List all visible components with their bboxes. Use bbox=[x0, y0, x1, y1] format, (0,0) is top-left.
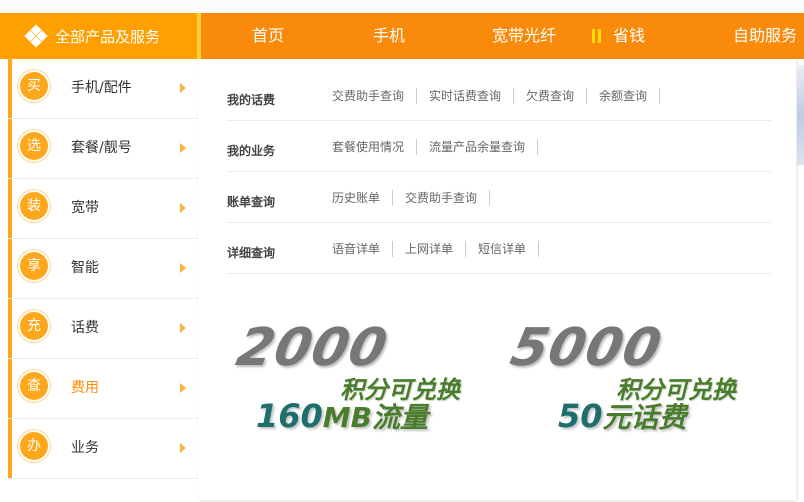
category-row-details: 详细查询 语音详单 上网详单 短信详单 bbox=[227, 222, 772, 274]
buy-badge-icon: 买 bbox=[20, 72, 48, 100]
nav-item-self-service[interactable]: 自助服务 bbox=[733, 13, 797, 59]
chevron-right-icon bbox=[180, 203, 186, 213]
menu-item-plans[interactable]: 选 套餐/靓号 bbox=[8, 119, 198, 179]
chevron-right-icon bbox=[180, 323, 186, 333]
save-bar-icon bbox=[592, 29, 595, 43]
category-row-my-bill: 我的话费 交费助手查询 实时话费查询 欠费查询 余额查询 bbox=[227, 69, 772, 121]
promo-points-credit[interactable]: 5000 积分可兑换 50元话费 bbox=[506, 318, 782, 468]
background-banner-edge bbox=[797, 65, 804, 165]
chevron-right-icon bbox=[180, 263, 186, 273]
link-payment-assistant[interactable]: 交费助手查询 bbox=[393, 190, 491, 206]
menu-item-services[interactable]: 办 业务 bbox=[8, 419, 198, 479]
select-badge-icon: 选 bbox=[20, 132, 48, 160]
category-row-bills: 账单查询 历史账单 交费助手查询 bbox=[227, 171, 772, 223]
link-voice-detail[interactable]: 语音详单 bbox=[332, 241, 394, 257]
install-badge-icon: 装 bbox=[20, 192, 48, 220]
chevron-right-icon bbox=[180, 143, 186, 153]
promo-reward-row: 50元话费 bbox=[558, 396, 687, 436]
all-products-button[interactable]: 全部产品及服务 bbox=[0, 13, 197, 59]
nav-item-broadband[interactable]: 宽带光纤 bbox=[492, 13, 556, 59]
nav-item-save[interactable]: 省钱 bbox=[613, 13, 645, 59]
link-data-remaining[interactable]: 流量产品余量查询 bbox=[417, 139, 539, 155]
link-arrears[interactable]: 欠费查询 bbox=[514, 88, 588, 104]
menu-item-label: 宽带 bbox=[71, 200, 99, 216]
check-badge-icon: 查 bbox=[20, 372, 48, 400]
charge-badge-icon: 充 bbox=[20, 312, 48, 340]
category-title: 详细查询 bbox=[227, 246, 276, 260]
promo-reward-value: 50 bbox=[558, 397, 603, 435]
category-row-my-services: 我的业务 套餐使用情况 流量产品余量查询 bbox=[227, 120, 772, 172]
enjoy-badge-icon: 享 bbox=[20, 252, 48, 280]
category-title: 我的业务 bbox=[227, 144, 276, 158]
link-sms-detail[interactable]: 短信详单 bbox=[466, 241, 540, 257]
menu-item-topup[interactable]: 充 话费 bbox=[8, 299, 198, 359]
category-links: 历史账单 交费助手查询 bbox=[332, 190, 491, 206]
diamond-grid-icon bbox=[24, 24, 48, 48]
menu-item-label: 费用 bbox=[71, 380, 99, 396]
top-strip bbox=[0, 0, 804, 13]
menu-item-label: 手机/配件 bbox=[71, 80, 132, 96]
handle-badge-icon: 办 bbox=[20, 432, 48, 460]
main-nav: 全部产品及服务 首页 手机 宽带光纤 省钱 自助服务 bbox=[0, 13, 804, 59]
menu-item-label: 业务 bbox=[71, 440, 99, 456]
nav-item-phones[interactable]: 手机 bbox=[373, 13, 405, 59]
save-bar-icon bbox=[598, 29, 601, 43]
menu-item-label: 套餐/靓号 bbox=[71, 140, 132, 156]
menu-item-label: 智能 bbox=[71, 260, 99, 276]
link-realtime-bill[interactable]: 实时话费查询 bbox=[417, 88, 515, 104]
nav-item-home[interactable]: 首页 bbox=[252, 13, 284, 59]
promo-reward-unit: 元话费 bbox=[602, 401, 687, 434]
all-products-label: 全部产品及服务 bbox=[55, 27, 161, 46]
promo-reward-value: 160 bbox=[256, 397, 323, 435]
link-balance[interactable]: 余额查询 bbox=[587, 88, 661, 104]
nav-divider bbox=[197, 13, 201, 59]
menu-item-smart[interactable]: 享 智能 bbox=[8, 239, 198, 299]
link-history-bill[interactable]: 历史账单 bbox=[332, 190, 394, 206]
menu-item-label: 话费 bbox=[71, 320, 99, 336]
chevron-right-icon bbox=[180, 383, 186, 393]
category-links: 交费助手查询 实时话费查询 欠费查询 余额查询 bbox=[332, 88, 661, 104]
promo-points-data[interactable]: 2000 积分可兑换 160MB流量 bbox=[232, 318, 508, 468]
link-internet-detail[interactable]: 上网详单 bbox=[393, 241, 467, 257]
category-title: 我的话费 bbox=[227, 93, 276, 107]
menu-item-broadband[interactable]: 装 宽带 bbox=[8, 179, 198, 239]
category-links: 套餐使用情况 流量产品余量查询 bbox=[332, 139, 539, 155]
chevron-right-icon bbox=[180, 83, 186, 93]
promo-reward-row: 160MB流量 bbox=[256, 396, 428, 436]
chevron-right-icon bbox=[180, 443, 186, 453]
promo-points-value: 5000 bbox=[505, 318, 668, 378]
category-links: 语音详单 上网详单 短信详单 bbox=[332, 241, 540, 257]
category-title: 账单查询 bbox=[227, 195, 276, 209]
promo-points-value: 2000 bbox=[231, 318, 394, 378]
menu-item-phones[interactable]: 买 手机/配件 bbox=[8, 59, 198, 119]
link-plan-usage[interactable]: 套餐使用情况 bbox=[332, 139, 418, 155]
promo-reward-unit: MB流量 bbox=[322, 401, 429, 434]
link-payment-assistant[interactable]: 交费助手查询 bbox=[332, 88, 418, 104]
menu-item-fees[interactable]: 查 费用 bbox=[8, 359, 198, 419]
